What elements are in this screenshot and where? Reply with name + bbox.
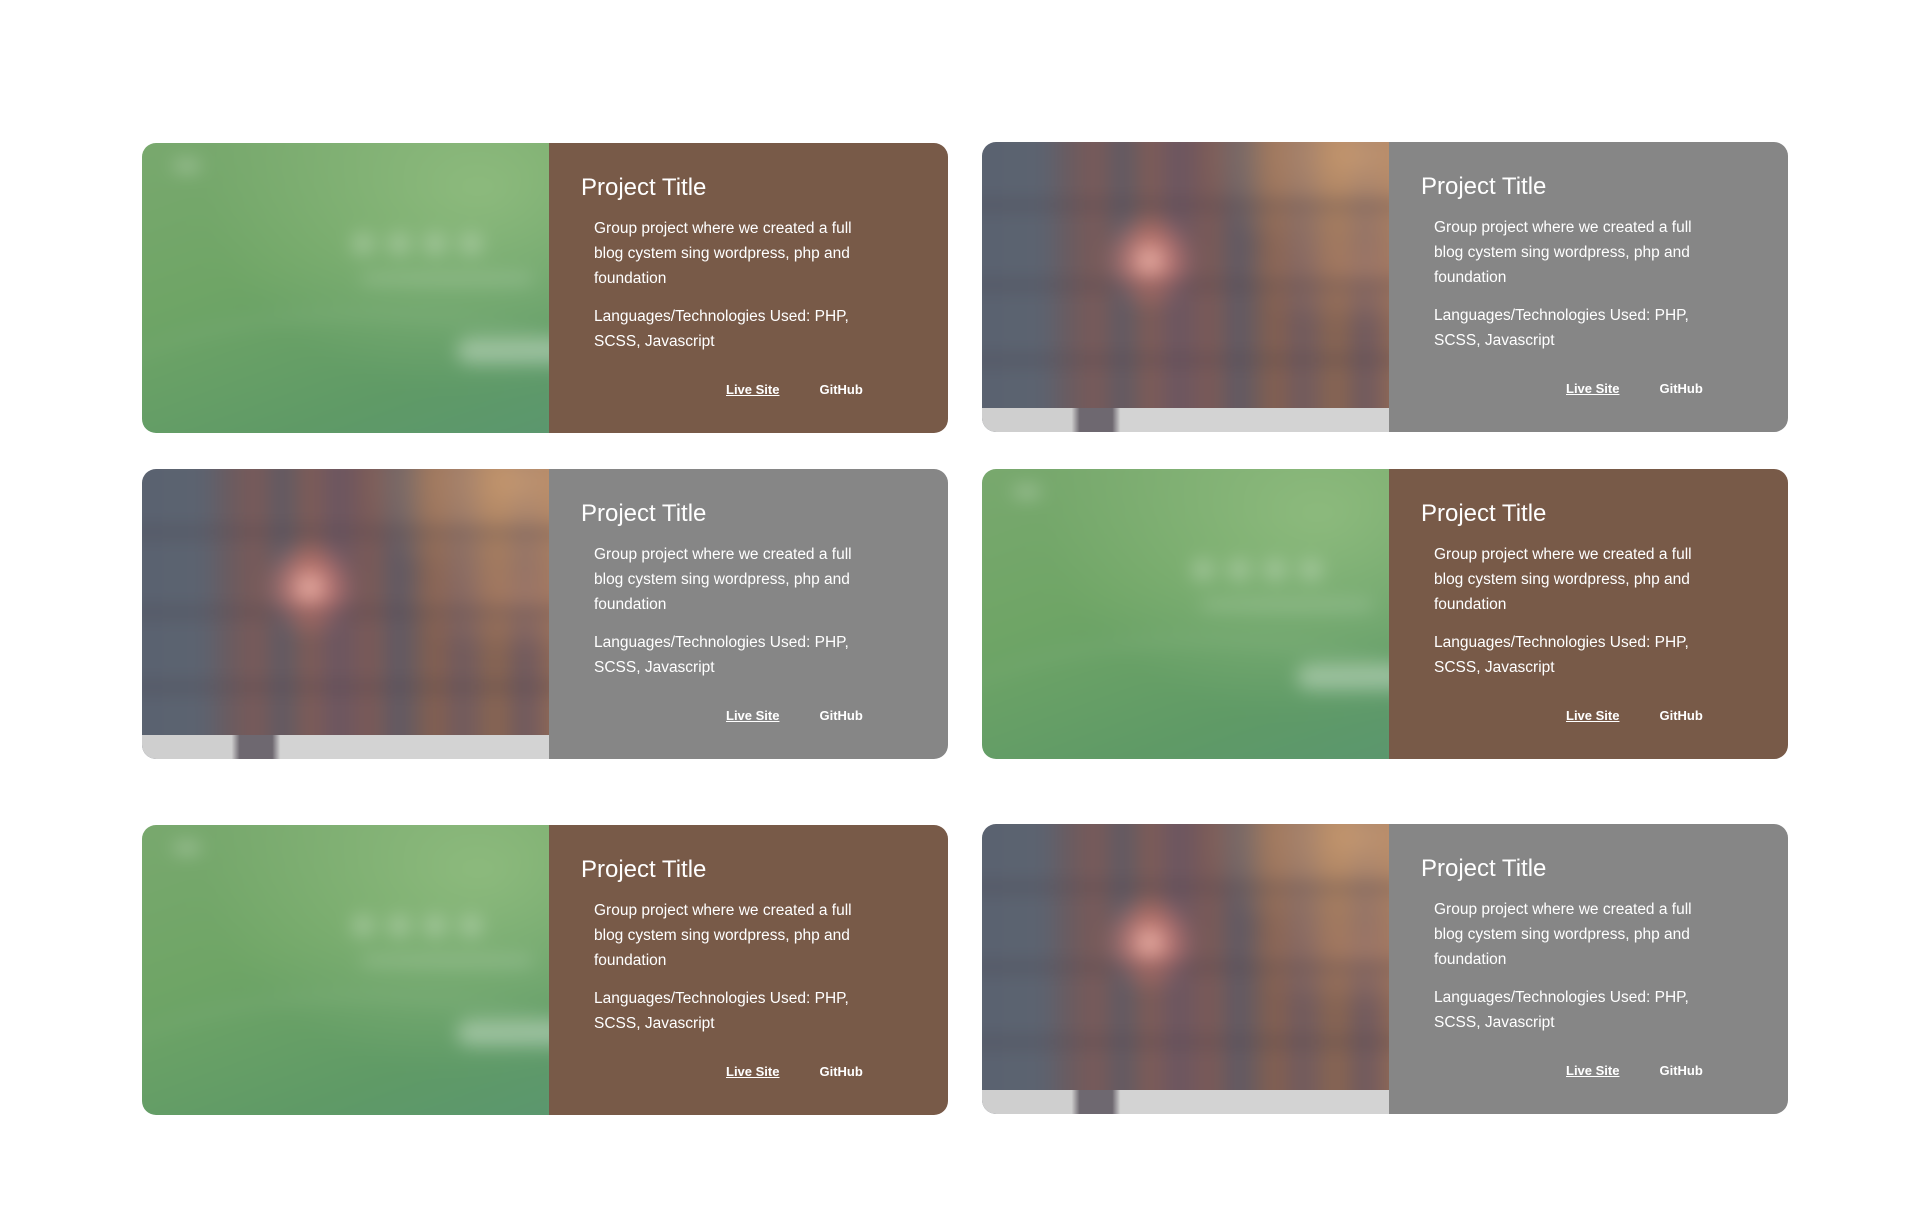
project-card: Project Title Group project where we cre… — [982, 824, 1788, 1114]
project-description: Group project where we created a full bl… — [594, 902, 852, 969]
project-info-panel: Project Title Group project where we cre… — [1389, 824, 1788, 1114]
project-info-panel: Project Title Group project where we cre… — [549, 469, 948, 759]
project-info-panel: Project Title Group project where we cre… — [549, 825, 948, 1115]
project-description: Group project where we created a full bl… — [594, 546, 852, 613]
live-site-link[interactable]: Live Site — [1566, 381, 1619, 396]
project-thumbnail[interactable] — [142, 143, 549, 433]
project-title: Project Title — [1421, 500, 1547, 527]
github-link[interactable]: GitHub — [1659, 381, 1702, 396]
project-links: Live Site GitHub — [1566, 708, 1703, 723]
project-title: Project Title — [581, 856, 707, 883]
project-links: Live Site GitHub — [726, 1064, 863, 1079]
project-links: Live Site GitHub — [1566, 381, 1703, 396]
project-links: Live Site GitHub — [1566, 1063, 1703, 1078]
project-thumbnail[interactable] — [142, 825, 549, 1115]
project-links: Live Site GitHub — [726, 382, 863, 397]
project-thumbnail[interactable] — [982, 142, 1389, 432]
github-link[interactable]: GitHub — [819, 1064, 862, 1079]
project-thumbnail[interactable] — [982, 824, 1389, 1114]
project-technologies: Languages/Technologies Used: PHP, SCSS, … — [594, 990, 849, 1032]
project-info-panel: Project Title Group project where we cre… — [1389, 142, 1788, 432]
project-thumbnail[interactable] — [982, 469, 1389, 759]
project-info-panel: Project Title Group project where we cre… — [549, 143, 948, 433]
live-site-link[interactable]: Live Site — [1566, 708, 1619, 723]
project-thumbnail[interactable] — [142, 469, 549, 759]
projects-grid: Project Title Group project where we cre… — [142, 142, 1788, 1115]
live-site-link[interactable]: Live Site — [1566, 1063, 1619, 1078]
project-title: Project Title — [581, 500, 707, 527]
project-card: Project Title Group project where we cre… — [982, 469, 1788, 759]
project-technologies: Languages/Technologies Used: PHP, SCSS, … — [1434, 989, 1689, 1031]
project-info-panel: Project Title Group project where we cre… — [1389, 469, 1788, 759]
github-link[interactable]: GitHub — [1659, 1063, 1702, 1078]
live-site-link[interactable]: Live Site — [726, 1064, 779, 1079]
project-card: Project Title Group project where we cre… — [142, 825, 948, 1115]
project-technologies: Languages/Technologies Used: PHP, SCSS, … — [1434, 634, 1689, 676]
project-technologies: Languages/Technologies Used: PHP, SCSS, … — [594, 634, 849, 676]
project-technologies: Languages/Technologies Used: PHP, SCSS, … — [594, 308, 849, 350]
project-card: Project Title Group project where we cre… — [142, 469, 948, 759]
github-link[interactable]: GitHub — [1659, 708, 1702, 723]
project-title: Project Title — [1421, 173, 1547, 200]
project-links: Live Site GitHub — [726, 708, 863, 723]
live-site-link[interactable]: Live Site — [726, 382, 779, 397]
project-technologies: Languages/Technologies Used: PHP, SCSS, … — [1434, 307, 1689, 349]
project-description: Group project where we created a full bl… — [1434, 219, 1692, 286]
project-card: Project Title Group project where we cre… — [982, 142, 1788, 432]
project-description: Group project where we created a full bl… — [1434, 901, 1692, 968]
project-description: Group project where we created a full bl… — [594, 220, 852, 287]
project-description: Group project where we created a full bl… — [1434, 546, 1692, 613]
github-link[interactable]: GitHub — [819, 382, 862, 397]
project-title: Project Title — [581, 174, 707, 201]
project-title: Project Title — [1421, 855, 1547, 882]
live-site-link[interactable]: Live Site — [726, 708, 779, 723]
project-card: Project Title Group project where we cre… — [142, 143, 948, 433]
github-link[interactable]: GitHub — [819, 708, 862, 723]
